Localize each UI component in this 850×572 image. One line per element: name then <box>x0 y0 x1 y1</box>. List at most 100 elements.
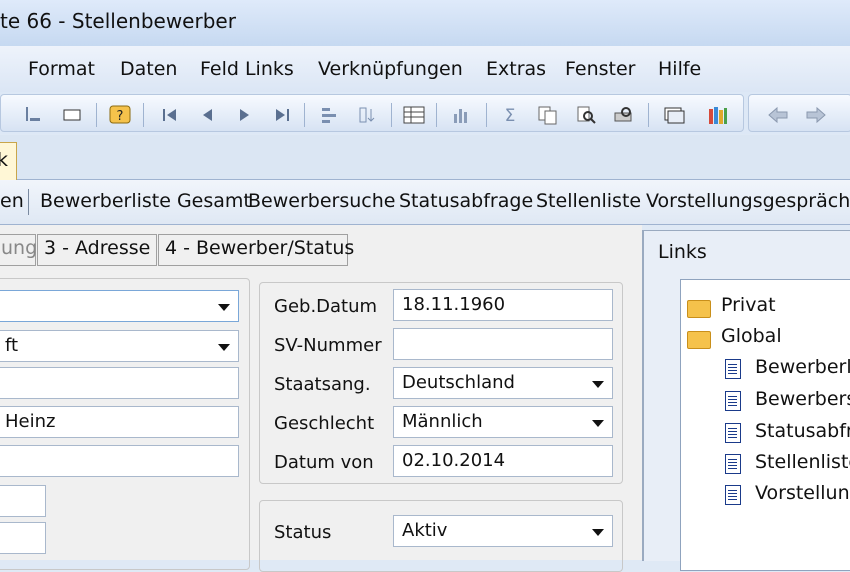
left-dropdown-2-value: ft <box>5 335 19 356</box>
toolbar-separator <box>304 103 305 127</box>
links-tree: Privat Global Bewerberlis Bewerbersu Sta… <box>680 279 850 571</box>
left-field-firstname-value: Heinz <box>5 411 56 432</box>
left-field-6[interactable] <box>0 485 46 517</box>
geb-datum-label: Geb.Datum <box>274 296 378 317</box>
document-icon <box>725 359 741 379</box>
geb-datum-field[interactable]: 18.11.1960 <box>393 289 613 321</box>
left-field-firstname[interactable]: Heinz <box>0 406 239 438</box>
left-field-3[interactable] <box>0 367 239 399</box>
sv-nummer-field[interactable] <box>393 328 613 360</box>
window-title: te 66 - Stellenbewerber <box>0 9 236 33</box>
form-tab-2-label: ung <box>1 237 38 259</box>
left-field-5[interactable] <box>0 445 239 477</box>
status-dropdown[interactable]: Aktiv <box>393 515 613 547</box>
toolbar-separator <box>391 103 392 127</box>
links-panel: Links Privat Global Bewerberlis Bewerber… <box>642 230 850 571</box>
staatsang-value: Deutschland <box>402 372 515 393</box>
sv-nummer-label: SV-Nummer <box>274 335 382 356</box>
chevron-down-icon <box>592 529 604 536</box>
document-icon <box>725 391 741 411</box>
geschlecht-value: Männlich <box>402 411 483 432</box>
document-tab-strip <box>0 135 850 180</box>
geschlecht-label: Geschlecht <box>274 413 375 434</box>
toolbar-separator <box>143 103 144 127</box>
geb-datum-value: 18.11.1960 <box>402 294 506 315</box>
toolbar-separator <box>436 103 437 127</box>
tree-item-statusabfrage[interactable]: Statusabfra <box>755 420 850 442</box>
folder-icon <box>687 300 711 318</box>
form-tab-2[interactable]: ung <box>0 234 38 266</box>
window-icon[interactable] <box>663 105 685 125</box>
next-record-icon[interactable] <box>233 105 255 125</box>
tree-item-stellenliste[interactable]: Stellenliste <box>755 451 850 473</box>
menu-fenster[interactable]: Fenster <box>565 58 635 80</box>
links-separator <box>28 189 29 215</box>
datum-von-field[interactable]: 02.10.2014 <box>393 445 613 477</box>
tree-folder-privat[interactable]: Privat <box>721 294 776 316</box>
toolbar-group-nav <box>748 94 850 132</box>
tree-folder-global[interactable]: Global <box>721 325 782 347</box>
svg-text:?: ? <box>117 109 124 124</box>
left-dropdown-1[interactable] <box>0 290 239 322</box>
geschlecht-dropdown[interactable]: Männlich <box>393 406 613 438</box>
link-statusabfrage[interactable]: Statusabfrage <box>399 190 533 212</box>
sort-icon[interactable] <box>357 105 379 125</box>
toolbar: ? Σ <box>0 92 850 134</box>
prev-record-icon[interactable] <box>197 105 219 125</box>
frame-icon[interactable] <box>61 105 83 125</box>
menu-verknuepfungen[interactable]: Verknüpfungen <box>318 58 463 80</box>
first-record-icon[interactable] <box>159 105 181 125</box>
document-tab-label: k <box>0 149 9 171</box>
datum-von-value: 02.10.2014 <box>402 450 506 471</box>
document-icon <box>725 454 741 474</box>
chart-icon[interactable] <box>451 105 473 125</box>
link-en[interactable]: en <box>0 190 24 212</box>
title-bar: te 66 - Stellenbewerber <box>0 0 850 46</box>
chevron-down-icon <box>592 420 604 427</box>
status-value: Aktiv <box>402 520 448 541</box>
menu-extras[interactable]: Extras <box>486 58 546 80</box>
copy-icon[interactable] <box>537 105 559 125</box>
link-stellenliste[interactable]: Stellenliste <box>536 190 641 212</box>
sum-icon[interactable]: Σ <box>499 105 521 125</box>
forward-arrow-icon[interactable] <box>805 105 827 125</box>
menu-feld-links[interactable]: Feld Links <box>200 58 294 80</box>
left-field-7[interactable] <box>0 522 46 554</box>
tree-item-vorstellung[interactable]: Vorstellung <box>755 482 850 504</box>
menu-bar: Format Daten Feld Links Verknüpfungen Ex… <box>0 46 850 93</box>
tree-item-bewerbersuche[interactable]: Bewerbersu <box>755 388 850 410</box>
toolbar-separator <box>96 103 97 127</box>
form-tab-adresse-label: 3 - Adresse <box>44 237 151 259</box>
help-icon[interactable]: ? <box>109 105 131 125</box>
link-bewerbersuche[interactable]: Bewerbersuche <box>248 190 395 212</box>
link-bewerberliste-gesamt[interactable]: Bewerberliste Gesamt <box>40 190 251 212</box>
tree-item-bewerberliste[interactable]: Bewerberlis <box>755 356 850 378</box>
table-icon[interactable] <box>403 105 425 125</box>
preview-icon[interactable] <box>613 105 635 125</box>
folder-open-icon <box>687 331 711 349</box>
document-icon <box>725 423 741 443</box>
books-icon[interactable] <box>707 105 729 125</box>
back-arrow-icon[interactable] <box>767 105 789 125</box>
chevron-down-icon <box>218 344 230 351</box>
left-dropdown-2[interactable]: ft <box>0 330 239 362</box>
last-record-icon[interactable] <box>271 105 293 125</box>
chevron-down-icon <box>218 304 230 311</box>
datum-von-label: Datum von <box>274 452 374 473</box>
toolbar-separator <box>486 103 487 127</box>
menu-daten[interactable]: Daten <box>120 58 177 80</box>
toolbar-separator <box>648 103 649 127</box>
record-icon[interactable] <box>23 105 45 125</box>
document-tab-active[interactable]: k <box>0 142 17 182</box>
insert-icon[interactable] <box>319 105 341 125</box>
status-label: Status <box>274 522 332 543</box>
find-icon[interactable] <box>575 105 597 125</box>
link-vorstellungsgespraeche[interactable]: Vorstellungsgespräche <box>646 190 850 212</box>
form-tab-adresse[interactable]: 3 - Adresse <box>37 234 157 266</box>
menu-format[interactable]: Format <box>28 58 95 80</box>
staatsang-dropdown[interactable]: Deutschland <box>393 367 613 399</box>
links-panel-title: Links <box>658 241 707 263</box>
form-tab-bewerber-status[interactable]: 4 - Bewerber/Status <box>158 234 354 266</box>
menu-hilfe[interactable]: Hilfe <box>658 58 701 80</box>
document-icon <box>725 485 741 505</box>
